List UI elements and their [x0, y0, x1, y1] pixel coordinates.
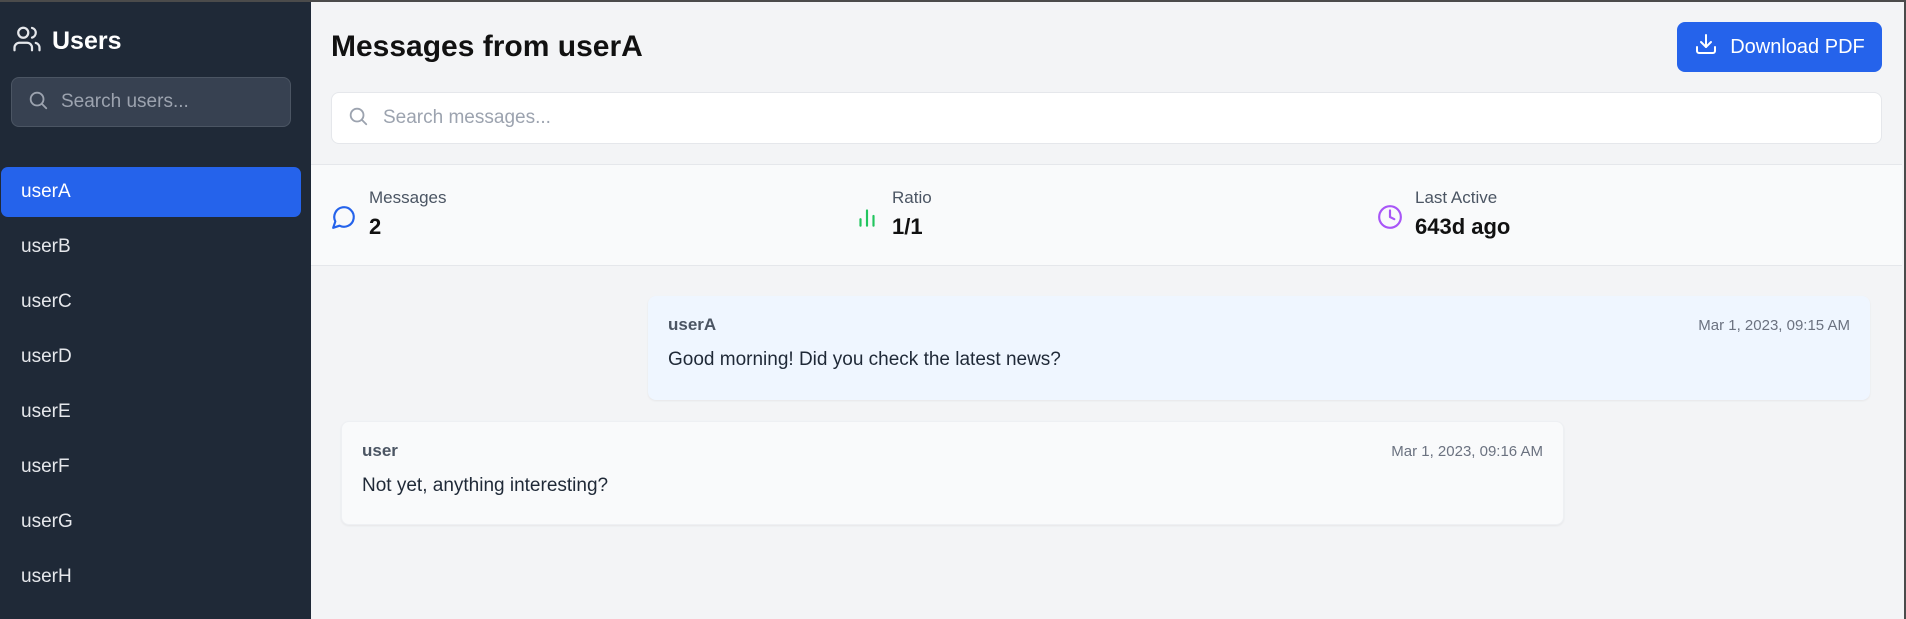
bar-chart-icon [854, 187, 880, 235]
user-item-userb[interactable]: userB [1, 222, 301, 272]
stat-last-active: Last Active 643d ago [1377, 187, 1510, 242]
download-pdf-button[interactable]: Download PDF [1677, 22, 1882, 72]
sidebar-header: Users [12, 24, 122, 58]
message-search-input[interactable] [383, 107, 1863, 129]
message-timestamp: Mar 1, 2023, 09:15 AM [1698, 316, 1850, 334]
message-bubble: userA Mar 1, 2023, 09:15 AM Good morning… [648, 296, 1870, 400]
user-search-input[interactable] [61, 91, 281, 113]
user-item-userg[interactable]: userG [1, 497, 301, 547]
clock-icon [1377, 187, 1403, 235]
message-list: userA Mar 1, 2023, 09:15 AM Good morning… [311, 266, 1902, 619]
message-text: Not yet, anything interesting? [362, 475, 609, 496]
window-top-border [0, 0, 1906, 2]
message-circle-icon [331, 187, 357, 235]
message-search-box[interactable] [331, 92, 1882, 144]
stat-ratio-label: Ratio [892, 188, 932, 207]
search-icon [27, 89, 49, 116]
stats-bar: Messages 2 Ratio 1/1 Last Active 643d ag… [311, 164, 1902, 266]
message-sender: userA [668, 315, 717, 334]
stat-ratio-value: 1/1 [892, 214, 923, 239]
download-icon [1694, 32, 1718, 62]
stat-messages-label: Messages [369, 188, 447, 207]
user-item-usera[interactable]: userA [1, 167, 301, 217]
page-title: Messages from userA [331, 30, 643, 63]
user-item-userh[interactable]: userH [1, 552, 301, 602]
stat-messages: Messages 2 [331, 187, 446, 242]
download-pdf-label: Download PDF [1730, 35, 1865, 58]
user-item-usere[interactable]: userE [1, 387, 301, 437]
message-sender: user [362, 441, 398, 460]
stat-last-active-label: Last Active [1415, 188, 1498, 207]
message-bubble: user Mar 1, 2023, 09:16 AM Not yet, anyt… [341, 421, 1564, 525]
main-panel: Messages from userA Download PDF Search … [311, 0, 1902, 619]
search-icon [347, 105, 369, 132]
stat-messages-value: 2 [369, 214, 382, 239]
stat-ratio: Ratio 1/1 [854, 187, 932, 242]
sidebar: Users userA userB userC userD userE user… [0, 0, 311, 619]
users-icon [12, 24, 42, 59]
user-search-box[interactable] [11, 77, 291, 127]
message-timestamp: Mar 1, 2023, 09:16 AM [1391, 442, 1543, 460]
user-item-userc[interactable]: userC [1, 277, 301, 327]
user-item-userf[interactable]: userF [1, 442, 301, 492]
message-text: Good morning! Did you check the latest n… [668, 349, 1061, 370]
stat-last-active-value: 643d ago [1415, 214, 1511, 239]
sidebar-title: Users [52, 26, 122, 55]
user-list: userA userB userC userD userE userF user… [1, 167, 301, 607]
user-item-userd[interactable]: userD [1, 332, 301, 382]
